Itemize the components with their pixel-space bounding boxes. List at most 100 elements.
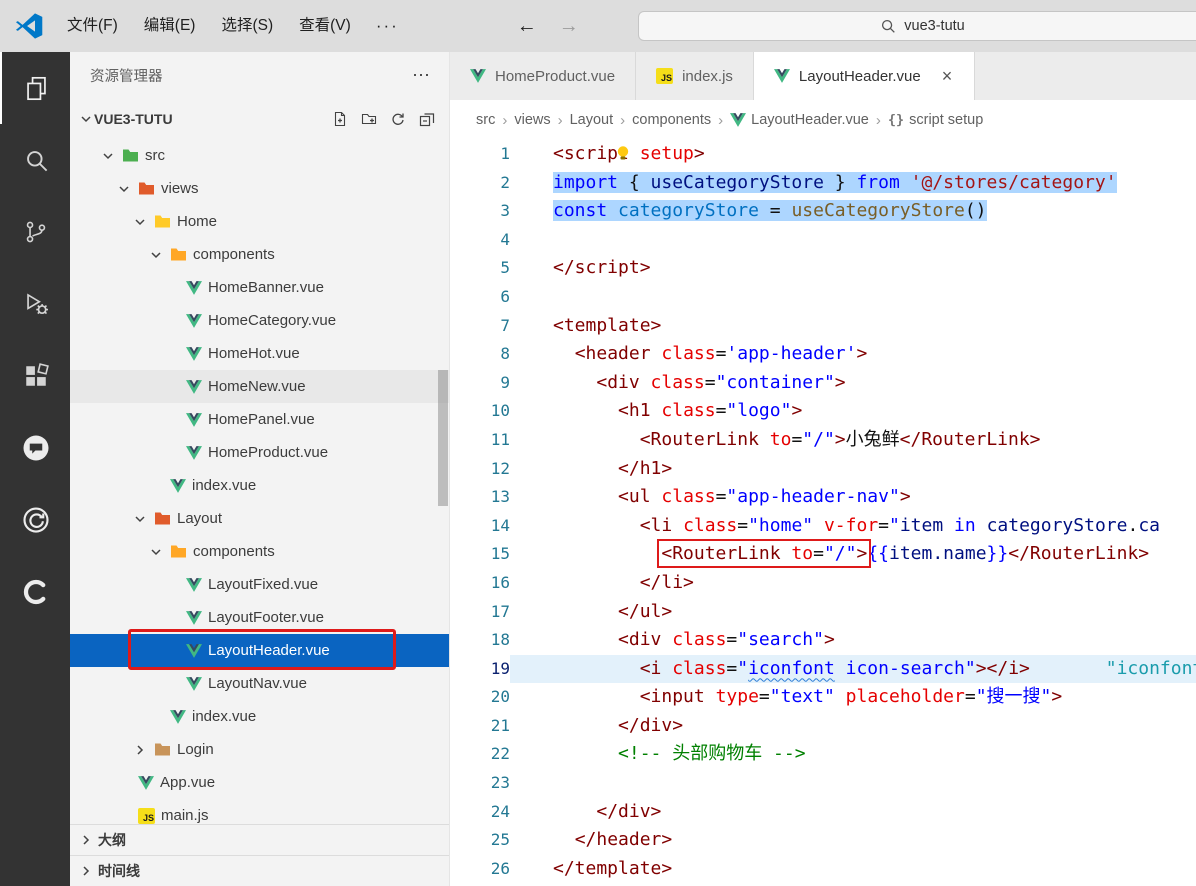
- tree-item-index-vue[interactable]: index.vue: [70, 700, 449, 733]
- tree-item-label: HomeNew.vue: [208, 378, 306, 395]
- collapse-all-icon[interactable]: [419, 111, 435, 127]
- code-line: <ul class="app-header-nav">: [618, 486, 911, 508]
- explorer-more-button[interactable]: ⋯: [412, 65, 431, 86]
- command-center-search[interactable]: vue3-tutu: [638, 11, 1196, 41]
- vue-file-icon: [186, 643, 202, 658]
- tree-item-main-js[interactable]: JS main.js: [70, 799, 449, 824]
- folder-icon: [171, 248, 186, 261]
- chat-icon[interactable]: [0, 412, 70, 484]
- breadcrumb-item-src[interactable]: src: [476, 112, 495, 128]
- code-line: <RouterLink to="/">{{item.name}}</Router…: [656, 538, 1150, 569]
- tree-item-label: LayoutFooter.vue: [208, 609, 324, 626]
- sidebar-section-0[interactable]: 大纲: [70, 824, 449, 855]
- line-number: 22: [490, 744, 510, 764]
- tree-item-app-vue[interactable]: App.vue: [70, 766, 449, 799]
- vscode-window: 文件(F) 编辑(E) 选择(S) 查看(V) ··· ← → vue3-tutu: [0, 0, 1196, 886]
- menu-bar: 文件(F) 编辑(E) 选择(S) 查看(V): [54, 9, 364, 43]
- line-number: 19: [490, 658, 510, 678]
- sidebar-section-1[interactable]: 时间线: [70, 855, 449, 886]
- tree-item-homecategory-vue[interactable]: HomeCategory.vue: [70, 304, 449, 337]
- tree-item-layoutnav-vue[interactable]: LayoutNav.vue: [70, 667, 449, 700]
- vue-file-icon: [773, 69, 790, 83]
- menu-item-0[interactable]: 文件(F): [54, 9, 131, 43]
- breadcrumb-label: script setup: [909, 112, 984, 128]
- tree-item-login[interactable]: Login: [70, 733, 449, 766]
- menu-item-2[interactable]: 选择(S): [208, 9, 286, 43]
- chevron-down-icon: [132, 511, 148, 527]
- menu-item-3[interactable]: 查看(V): [286, 9, 364, 43]
- new-folder-icon[interactable]: [361, 111, 377, 127]
- editor[interactable]: 1 2 3 4 5 6 7 8 9 10 11 12 13 14 15 16 17 18 19 20 21 22 23 24 2…: [450, 140, 1196, 886]
- breadcrumb-item-views[interactable]: views: [514, 112, 550, 128]
- tree-item-components[interactable]: components: [70, 535, 449, 568]
- c-ring-icon[interactable]: [0, 556, 70, 628]
- tree-item-label: HomeCategory.vue: [208, 312, 337, 329]
- menu-item-1[interactable]: 编辑(E): [131, 9, 209, 43]
- folder-icon: [155, 215, 170, 228]
- refresh-circle-icon[interactable]: [0, 484, 70, 556]
- project-header[interactable]: VUE3-TUTU: [70, 99, 449, 139]
- close-icon[interactable]: ×: [940, 66, 955, 87]
- new-file-icon[interactable]: [332, 111, 348, 127]
- tree-item-index-vue[interactable]: index.vue: [70, 469, 449, 502]
- sidebar-scrollbar[interactable]: [438, 370, 448, 506]
- section-label: 大纲: [98, 832, 126, 848]
- vue-file-icon: [186, 280, 202, 295]
- source-control-icon[interactable]: [0, 196, 70, 268]
- line-number: 24: [490, 801, 510, 821]
- explorer-icon[interactable]: [0, 52, 70, 124]
- project-name: VUE3-TUTU: [94, 111, 173, 127]
- chevron-right-icon: [132, 742, 148, 758]
- tree-item-label: LayoutHeader.vue: [208, 642, 330, 659]
- tree-item-views[interactable]: views: [70, 172, 449, 205]
- vue-file-icon: [138, 775, 154, 790]
- refresh-icon[interactable]: [390, 111, 406, 127]
- code-area[interactable]: <script setup> import { useCategoryStore …: [510, 140, 1196, 886]
- breadcrumb-item-layoutheader-vue[interactable]: LayoutHeader.vue: [730, 112, 869, 128]
- explorer-actions: [332, 111, 435, 127]
- breadcrumb-item-components[interactable]: components: [632, 112, 711, 128]
- tree-item-label: LayoutNav.vue: [208, 675, 307, 692]
- forward-arrow-icon[interactable]: →: [559, 0, 579, 52]
- tree-item-homehot-vue[interactable]: HomeHot.vue: [70, 337, 449, 370]
- search-icon: [882, 19, 896, 33]
- code-line: </div>: [618, 714, 684, 736]
- extensions-icon[interactable]: [0, 340, 70, 412]
- run-debug-icon[interactable]: [0, 268, 70, 340]
- code-line: </li>: [639, 571, 694, 593]
- tree-item-homepanel-vue[interactable]: HomePanel.vue: [70, 403, 449, 436]
- tree-item-layoutfooter-vue[interactable]: LayoutFooter.vue: [70, 601, 449, 634]
- vue-file-icon: [186, 610, 202, 625]
- tree-item-home[interactable]: Home: [70, 205, 449, 238]
- breadcrumb-item-script-setup[interactable]: {} script setup: [888, 112, 983, 128]
- code-line: const categoryStore = useCategoryStore(): [553, 200, 987, 222]
- lightbulb-icon[interactable]: [614, 144, 632, 166]
- title-bar: 文件(F) 编辑(E) 选择(S) 查看(V) ··· ← → vue3-tutu: [0, 0, 1196, 52]
- sidebar-explorer: 资源管理器 ⋯ VUE3-TUTU src views Home components…: [70, 52, 450, 886]
- tab-layoutheader-vue[interactable]: LayoutHeader.vue ×: [753, 52, 976, 100]
- breadcrumb: src › views › Layout › components › LayoutHeader…: [450, 100, 1196, 140]
- tree-item-homebanner-vue[interactable]: HomeBanner.vue: [70, 271, 449, 304]
- code-line: </header>: [574, 829, 673, 851]
- tree-item-layoutheader-vue[interactable]: LayoutHeader.vue: [70, 634, 449, 667]
- vue-file-icon: [470, 69, 486, 83]
- folder-icon: [139, 182, 154, 195]
- code-line: <li class="home" v-for="item in category…: [639, 514, 1160, 536]
- search-sidebar-icon[interactable]: [0, 124, 70, 196]
- breadcrumb-item-layout[interactable]: Layout: [570, 112, 614, 128]
- line-number: 15: [490, 544, 510, 564]
- chevron-right-icon: [78, 832, 94, 848]
- tree-item-components[interactable]: components: [70, 238, 449, 271]
- tree-item-homenew-vue[interactable]: HomeNew.vue: [70, 370, 449, 403]
- menu-more-button[interactable]: ···: [364, 16, 411, 36]
- chevron-down-icon: [148, 247, 164, 263]
- tree-item-layoutfixed-vue[interactable]: LayoutFixed.vue: [70, 568, 449, 601]
- tab-homeproduct-vue[interactable]: HomeProduct.vue: [450, 52, 637, 100]
- code-line: <template>: [553, 314, 662, 336]
- line-number: 13: [490, 487, 510, 507]
- tree-item-layout[interactable]: Layout: [70, 502, 449, 535]
- tree-item-homeproduct-vue[interactable]: HomeProduct.vue: [70, 436, 449, 469]
- back-arrow-icon[interactable]: ←: [517, 0, 537, 52]
- tab-index-js[interactable]: JS index.js: [636, 52, 754, 100]
- tree-item-src[interactable]: src: [70, 139, 449, 172]
